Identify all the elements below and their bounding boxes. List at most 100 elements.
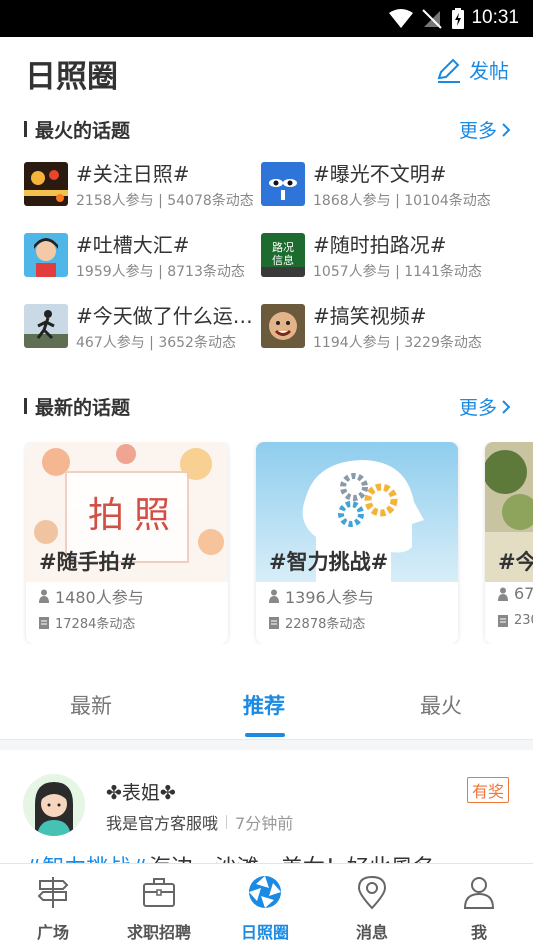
status-time: 10:31 xyxy=(471,7,519,28)
topic-card-title: #随手拍# xyxy=(39,550,138,574)
topic-item[interactable]: #关注日照# 2158人参与 | 54078条动态 xyxy=(24,160,260,214)
nav-label: 日照圈 xyxy=(240,923,289,942)
topic-item[interactable]: 路况 信息 #随时拍路况# 1057人参与 | 1141条动态 xyxy=(261,231,497,285)
new-topics-header: 最新的话题 更多 xyxy=(24,392,511,420)
location-pin-icon xyxy=(357,875,387,910)
topic-item[interactable]: #吐槽大汇# 1959人参与 | 8713条动态 xyxy=(24,231,260,285)
topic-card[interactable]: #智力挑战# 1396人参与 22878条动态 xyxy=(256,442,458,644)
topic-card-participants: 1396人参与 xyxy=(269,584,374,608)
topic-item[interactable]: #曝光不文明# 1868人参与 | 10104条动态 xyxy=(261,160,497,214)
nav-me[interactable]: 我 xyxy=(426,864,532,947)
section-marker xyxy=(24,121,27,137)
topic-card[interactable]: 拍 照 #随手拍# 1480人参与 17284条动态 xyxy=(26,442,228,644)
posts-count: 230 xyxy=(514,613,533,628)
new-topics-title: 最新的话题 xyxy=(35,397,131,419)
author-meta: 我是官方客服哦 7分钟前 xyxy=(106,810,293,834)
person-icon xyxy=(463,877,495,909)
topic-card-title: #智力挑战# xyxy=(269,550,389,574)
topic-stats: 467人参与 | 3652条动态 xyxy=(76,335,236,351)
hot-topics-header: 最火的话题 更多 xyxy=(24,115,511,143)
topic-stats: 1057人参与 | 1141条动态 xyxy=(313,264,482,280)
divider xyxy=(0,740,533,750)
post-content[interactable]: #智力挑战#海边，沙滩，美女！好此風名 xyxy=(24,850,435,864)
nav-plaza[interactable]: 广场 xyxy=(0,864,106,947)
document-icon xyxy=(39,616,49,629)
new-topics-carousel[interactable]: 拍 照 #随手拍# 1480人参与 17284条动态 #智力挑战# 1396人参… xyxy=(0,442,533,644)
header: 日照圈 发帖 xyxy=(0,37,533,103)
no-signal-icon xyxy=(422,9,442,29)
author-description: 我是官方客服哦 xyxy=(106,814,219,833)
topic-stats: 1194人参与 | 3229条动态 xyxy=(313,335,482,351)
more-label: 更多 xyxy=(458,397,497,419)
new-topics-more-link[interactable]: 更多 xyxy=(459,393,511,420)
active-tab-indicator xyxy=(245,733,285,737)
nav-jobs[interactable]: 求职招聘 xyxy=(106,864,212,947)
topic-card[interactable]: #今 67 230 xyxy=(485,442,533,644)
pencil-icon xyxy=(437,58,460,83)
topic-name: #今天做了什么运动# xyxy=(76,304,260,328)
topic-stats: 2158人参与 | 54078条动态 xyxy=(76,193,254,209)
person-icon xyxy=(498,587,508,601)
nav-label: 广场 xyxy=(36,923,69,942)
hot-topics-more-link[interactable]: 更多 xyxy=(459,116,511,143)
person-icon xyxy=(269,589,279,603)
participants-count: 67 xyxy=(514,584,533,603)
road-thumb-text-2: 信息 xyxy=(272,253,294,267)
topic-thumbnail xyxy=(261,304,305,348)
avatar[interactable] xyxy=(23,774,85,836)
topic-card-posts: 22878条动态 xyxy=(269,613,365,632)
topic-card-participants: 67 xyxy=(498,584,533,603)
meta-divider xyxy=(226,815,228,829)
tab-hottest[interactable]: 最火 xyxy=(420,690,462,720)
topic-name: #搞笑视频# xyxy=(313,304,427,328)
briefcase-icon xyxy=(143,878,175,907)
topic-item[interactable]: #搞笑视频# 1194人参与 | 3229条动态 xyxy=(261,302,497,356)
battery-charging-icon xyxy=(452,8,464,29)
posts-count: 22878条动态 xyxy=(285,617,366,632)
signpost-icon xyxy=(37,877,69,908)
cover-text: 照 xyxy=(134,495,170,536)
wifi-icon xyxy=(389,9,413,28)
topic-name: #随时拍路况# xyxy=(313,233,447,257)
topic-thumbnail xyxy=(261,162,305,206)
topic-thumbnail: 路况 信息 xyxy=(261,233,305,277)
topic-item[interactable]: #今天做了什么运动# 467人参与 | 3652条动态 xyxy=(24,302,260,356)
bottom-navigation: 广场 求职招聘 日照圈 消息 我 xyxy=(0,863,533,947)
post-button[interactable]: 发帖 xyxy=(435,55,509,84)
nav-rizhao-circle[interactable]: 日照圈 xyxy=(212,864,318,947)
participants-count: 1480人参与 xyxy=(55,588,144,607)
post-button-label: 发帖 xyxy=(469,59,509,83)
reward-badge: 有奖 xyxy=(466,777,509,803)
tab-latest[interactable]: 最新 xyxy=(70,690,112,720)
nav-label: 求职招聘 xyxy=(126,923,191,942)
cover-text: 拍 xyxy=(88,495,124,536)
nav-label: 消息 xyxy=(355,923,388,942)
topic-card-posts: 17284条动态 xyxy=(39,613,135,632)
status-bar: 10:31 xyxy=(0,0,533,37)
author-name[interactable]: ✤表姐✤ xyxy=(106,778,176,805)
tab-recommended[interactable]: 推荐 xyxy=(243,690,285,720)
nav-label: 我 xyxy=(470,923,487,942)
topic-name: #吐槽大汇# xyxy=(76,233,190,257)
chevron-right-icon xyxy=(502,122,511,137)
hot-topics-title: 最火的话题 xyxy=(35,120,131,142)
document-icon xyxy=(498,614,508,627)
status-icons xyxy=(389,8,465,30)
document-icon xyxy=(269,616,279,629)
topic-card-title: #今 xyxy=(498,550,533,574)
topic-card-posts: 230 xyxy=(498,613,533,628)
participants-count: 1396人参与 xyxy=(285,588,374,607)
person-icon xyxy=(39,589,49,603)
topic-name: #关注日照# xyxy=(76,162,190,186)
topic-thumbnail xyxy=(24,162,68,206)
topic-name: #曝光不文明# xyxy=(313,162,447,186)
nav-messages[interactable]: 消息 xyxy=(319,864,425,947)
topic-card-participants: 1480人参与 xyxy=(39,584,144,608)
topic-stats: 1868人参与 | 10104条动态 xyxy=(313,193,491,209)
more-label: 更多 xyxy=(458,120,497,142)
topic-thumbnail xyxy=(24,233,68,277)
chevron-right-icon xyxy=(502,399,511,414)
topic-stats: 1959人参与 | 8713条动态 xyxy=(76,264,245,280)
aperture-icon xyxy=(249,876,281,908)
page-title: 日照圈 xyxy=(25,59,118,95)
